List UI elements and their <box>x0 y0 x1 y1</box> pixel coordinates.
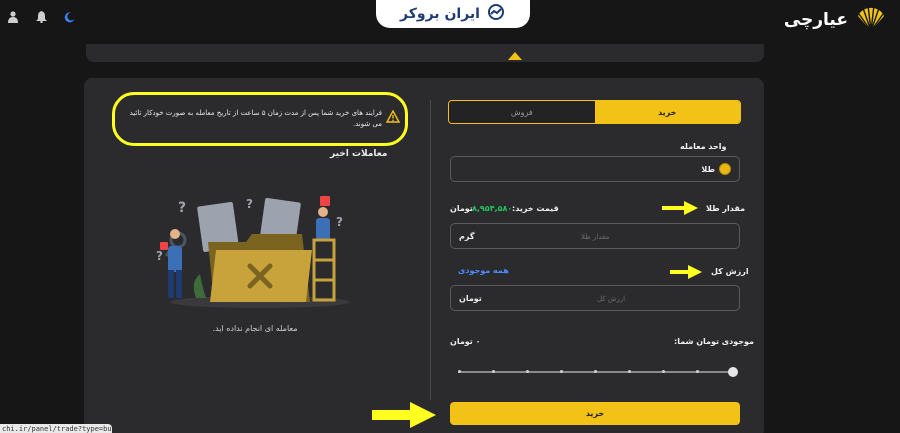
slider-step <box>560 370 563 373</box>
slider-step <box>594 370 597 373</box>
panel-divider <box>430 100 431 400</box>
total-unit: تومان <box>459 294 482 303</box>
top-bar-icons <box>6 10 76 24</box>
status-bar-url: chi.ir/panel/trade?type=buy <box>0 424 112 433</box>
total-label: ارزش کل <box>711 267 749 276</box>
tab-buy[interactable]: خرید <box>594 101 740 123</box>
watermark-logo: ایران بروکر <box>376 0 530 28</box>
top-strip <box>86 44 764 62</box>
all-balance-link[interactable]: همه موجودی <box>458 266 509 275</box>
svg-text:?: ? <box>336 215 343 229</box>
trade-tabs: فروش خرید <box>448 100 741 124</box>
brand-logo[interactable]: عیارچی <box>784 4 886 36</box>
buy-price-unit: تومان <box>450 204 473 213</box>
arrow-right-icon <box>372 402 436 428</box>
warning-icon <box>385 108 401 123</box>
gold-coin-icon <box>719 163 731 175</box>
unit-label: واحد معامله <box>680 142 727 151</box>
svg-text:?: ? <box>178 200 186 216</box>
svg-text:?: ? <box>156 249 163 263</box>
percent-slider[interactable] <box>458 370 734 373</box>
slider-step <box>492 370 495 373</box>
buy-price-label: قیمت خرید: <box>512 204 559 213</box>
moon-icon[interactable] <box>62 10 76 24</box>
slider-step <box>628 370 631 373</box>
svg-text:?: ? <box>246 197 253 211</box>
arrow-right-icon <box>662 201 698 215</box>
total-input[interactable]: ارزش کل تومان <box>450 285 740 311</box>
slider-step <box>662 370 665 373</box>
shell-logo-icon <box>856 4 886 36</box>
empty-state-text: معامله ای انجام نداده اید. <box>212 324 298 333</box>
warning-text: فرایند های خرید شما پس از مدت زمان ۵ ساع… <box>129 109 382 128</box>
top-bar: ایران بروکر عیارچی <box>0 0 900 36</box>
caret-up-icon <box>508 52 522 60</box>
amount-unit: گرم <box>459 232 475 241</box>
buy-button[interactable]: خرید <box>450 402 740 425</box>
balance-label: موجودی تومان شما: <box>674 337 754 346</box>
tab-sell[interactable]: فروش <box>449 101 595 123</box>
watermark-text: ایران بروکر <box>400 6 480 22</box>
arrow-right-icon <box>670 265 702 279</box>
slider-step <box>458 370 461 373</box>
slider-step <box>526 370 529 373</box>
amount-label: مقدار طلا <box>706 204 746 213</box>
total-placeholder: ارزش کل <box>597 295 626 303</box>
unit-select[interactable]: طلا <box>450 156 740 182</box>
bell-icon[interactable] <box>34 10 48 24</box>
unit-value: طلا <box>701 165 715 174</box>
buy-price-value: ۸,۹۵۴,۵۸۰ <box>472 204 513 213</box>
user-icon[interactable] <box>6 10 20 24</box>
slider-thumb[interactable] <box>728 367 738 377</box>
slider-step <box>696 370 699 373</box>
amount-placeholder: مقدار طلا <box>581 233 610 241</box>
brand-name: عیارچی <box>783 10 848 30</box>
trend-icon <box>486 4 506 24</box>
recent-trades-title: معاملات اخیر <box>330 149 388 159</box>
empty-state-illustration: ? ? ? ? <box>150 190 350 312</box>
amount-input[interactable]: مقدار طلا گرم <box>450 223 740 249</box>
balance-value: ۰ تومان <box>450 337 481 346</box>
